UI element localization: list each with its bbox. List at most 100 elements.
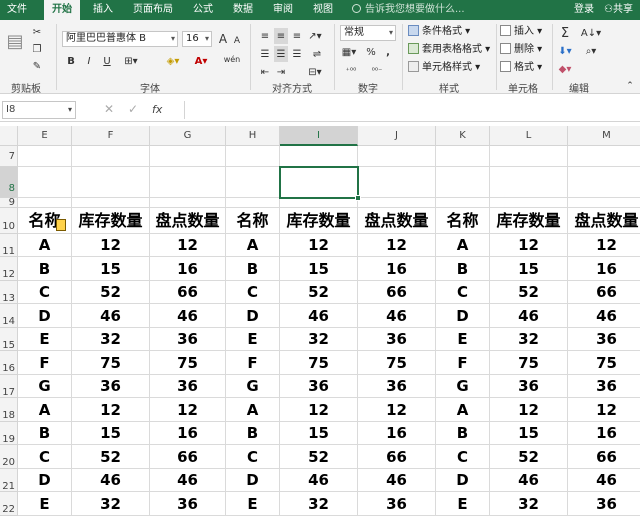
cell-styles-button[interactable]: 单元格样式 ▾ [408, 61, 480, 75]
table-header-cell[interactable]: 盘点数量 [358, 208, 436, 234]
table-cell[interactable]: 12 [150, 234, 226, 257]
table-cell[interactable]: 75 [150, 351, 226, 375]
column-header-h[interactable]: H [226, 126, 280, 146]
share-button[interactable]: ⚇共享 [604, 0, 633, 20]
table-cell[interactable]: 36 [358, 492, 436, 516]
table-cell[interactable]: C [18, 281, 72, 304]
table-cell[interactable]: B [18, 257, 72, 281]
table-cell[interactable]: 36 [490, 375, 568, 398]
table-cell[interactable]: C [18, 445, 72, 469]
borders-icon[interactable]: ⊞▾ [120, 53, 142, 69]
table-cell[interactable]: B [18, 422, 72, 445]
row-header-11[interactable]: 11 [0, 234, 18, 257]
font-color-icon[interactable]: A▾ [190, 53, 212, 69]
row-header-19[interactable]: 19 [0, 422, 18, 445]
decrease-indent-icon[interactable]: ⇤ [258, 64, 272, 80]
table-cell[interactable]: 52 [490, 445, 568, 469]
table-cell[interactable]: 32 [490, 328, 568, 351]
tab-home[interactable]: 开始 [44, 0, 80, 20]
table-cell[interactable]: E [18, 328, 72, 351]
table-cell[interactable] [150, 167, 226, 198]
table-cell[interactable] [358, 167, 436, 198]
merge-center-icon[interactable]: ⊟▾ [306, 64, 324, 80]
cancel-icon[interactable]: ✕ [104, 102, 114, 116]
copy-icon[interactable]: ❐ [30, 41, 44, 57]
table-cell[interactable] [280, 198, 358, 208]
find-select-icon[interactable]: ⌕▾ [580, 43, 602, 59]
table-cell[interactable] [358, 198, 436, 208]
table-cell[interactable] [226, 167, 280, 198]
table-cell[interactable]: 52 [72, 445, 150, 469]
table-cell[interactable]: 75 [72, 351, 150, 375]
row-header-15[interactable]: 15 [0, 328, 18, 351]
table-cell[interactable]: 32 [280, 328, 358, 351]
enter-icon[interactable]: ✓ [128, 102, 138, 116]
table-cell[interactable]: E [436, 492, 490, 516]
table-cell[interactable]: 16 [568, 257, 640, 281]
table-cell[interactable]: E [436, 328, 490, 351]
table-header-cell[interactable]: 盘点数量 [150, 208, 226, 234]
table-cell[interactable] [490, 146, 568, 167]
table-cell[interactable]: 66 [150, 445, 226, 469]
row-header-17[interactable]: 17 [0, 375, 18, 398]
table-cell[interactable]: B [226, 422, 280, 445]
decrease-decimal-icon[interactable]: ⁰⁰⁻ [366, 62, 388, 78]
table-cell[interactable]: 36 [358, 328, 436, 351]
cut-icon[interactable]: ✂ [30, 24, 44, 40]
table-cell[interactable]: 16 [150, 422, 226, 445]
clear-icon[interactable]: ◆▾ [556, 61, 574, 77]
table-cell[interactable]: 15 [72, 257, 150, 281]
percent-button[interactable]: % [364, 44, 378, 60]
tab-page-layout[interactable]: 页面布局 [128, 0, 178, 20]
table-cell[interactable]: A [436, 234, 490, 257]
font-name-select[interactable]: 阿里巴巴普惠体 B ▾ [62, 31, 178, 47]
row-header-12[interactable]: 12 [0, 257, 18, 281]
table-cell[interactable]: 46 [358, 469, 436, 492]
column-header-i[interactable]: I [280, 126, 358, 146]
table-cell[interactable]: 75 [568, 351, 640, 375]
table-cell[interactable]: A [18, 398, 72, 422]
number-format-select[interactable]: 常规 ▾ [340, 25, 396, 41]
table-cell[interactable]: 52 [490, 281, 568, 304]
column-header-j[interactable]: J [358, 126, 436, 146]
phonetic-button[interactable]: wén [222, 51, 242, 67]
row-header-20[interactable]: 20 [0, 445, 18, 469]
table-cell[interactable]: 32 [72, 328, 150, 351]
table-cell[interactable]: 46 [280, 304, 358, 328]
bold-button[interactable]: B [64, 53, 78, 69]
table-cell[interactable]: A [18, 234, 72, 257]
table-cell[interactable] [18, 198, 72, 208]
table-cell[interactable]: 46 [358, 304, 436, 328]
table-cell[interactable]: 36 [150, 328, 226, 351]
column-header-m[interactable]: M [568, 126, 640, 146]
table-cell[interactable] [568, 198, 640, 208]
table-cell[interactable]: 12 [280, 234, 358, 257]
underline-button[interactable]: U [100, 53, 114, 69]
table-cell[interactable]: 16 [568, 422, 640, 445]
table-cell[interactable]: D [226, 469, 280, 492]
align-right-icon[interactable]: ☰ [290, 46, 304, 62]
table-cell[interactable]: 12 [490, 234, 568, 257]
table-cell[interactable]: F [436, 351, 490, 375]
table-cell[interactable]: 32 [490, 492, 568, 516]
font-size-select[interactable]: 16 ▾ [182, 31, 212, 47]
table-cell[interactable]: B [436, 422, 490, 445]
table-cell[interactable]: D [436, 304, 490, 328]
table-cell[interactable]: 12 [358, 234, 436, 257]
row-header-21[interactable]: 21 [0, 469, 18, 492]
orientation-icon[interactable]: ↗▾ [306, 28, 324, 44]
table-cell[interactable]: 46 [490, 304, 568, 328]
worksheet-grid[interactable]: EFGHIJKLM 7 8 9 10 名称 库存数量 盘点数量 名称 库存数量 盘点数量 名称 库存数… [0, 126, 640, 516]
paste-icon[interactable]: ▤ [4, 26, 26, 56]
column-header-k[interactable]: K [436, 126, 490, 146]
table-cell[interactable]: 46 [568, 304, 640, 328]
selected-cell[interactable] [279, 166, 361, 201]
table-cell[interactable]: 16 [358, 257, 436, 281]
insert-function-button[interactable]: fx [152, 103, 162, 116]
align-left-icon[interactable]: ☰ [258, 46, 272, 62]
table-cell[interactable]: 52 [280, 445, 358, 469]
table-cell[interactable]: 12 [72, 398, 150, 422]
table-cell[interactable]: 66 [568, 281, 640, 304]
table-cell[interactable]: 15 [280, 422, 358, 445]
delete-cells-button[interactable]: 删除 ▾ [500, 43, 542, 57]
